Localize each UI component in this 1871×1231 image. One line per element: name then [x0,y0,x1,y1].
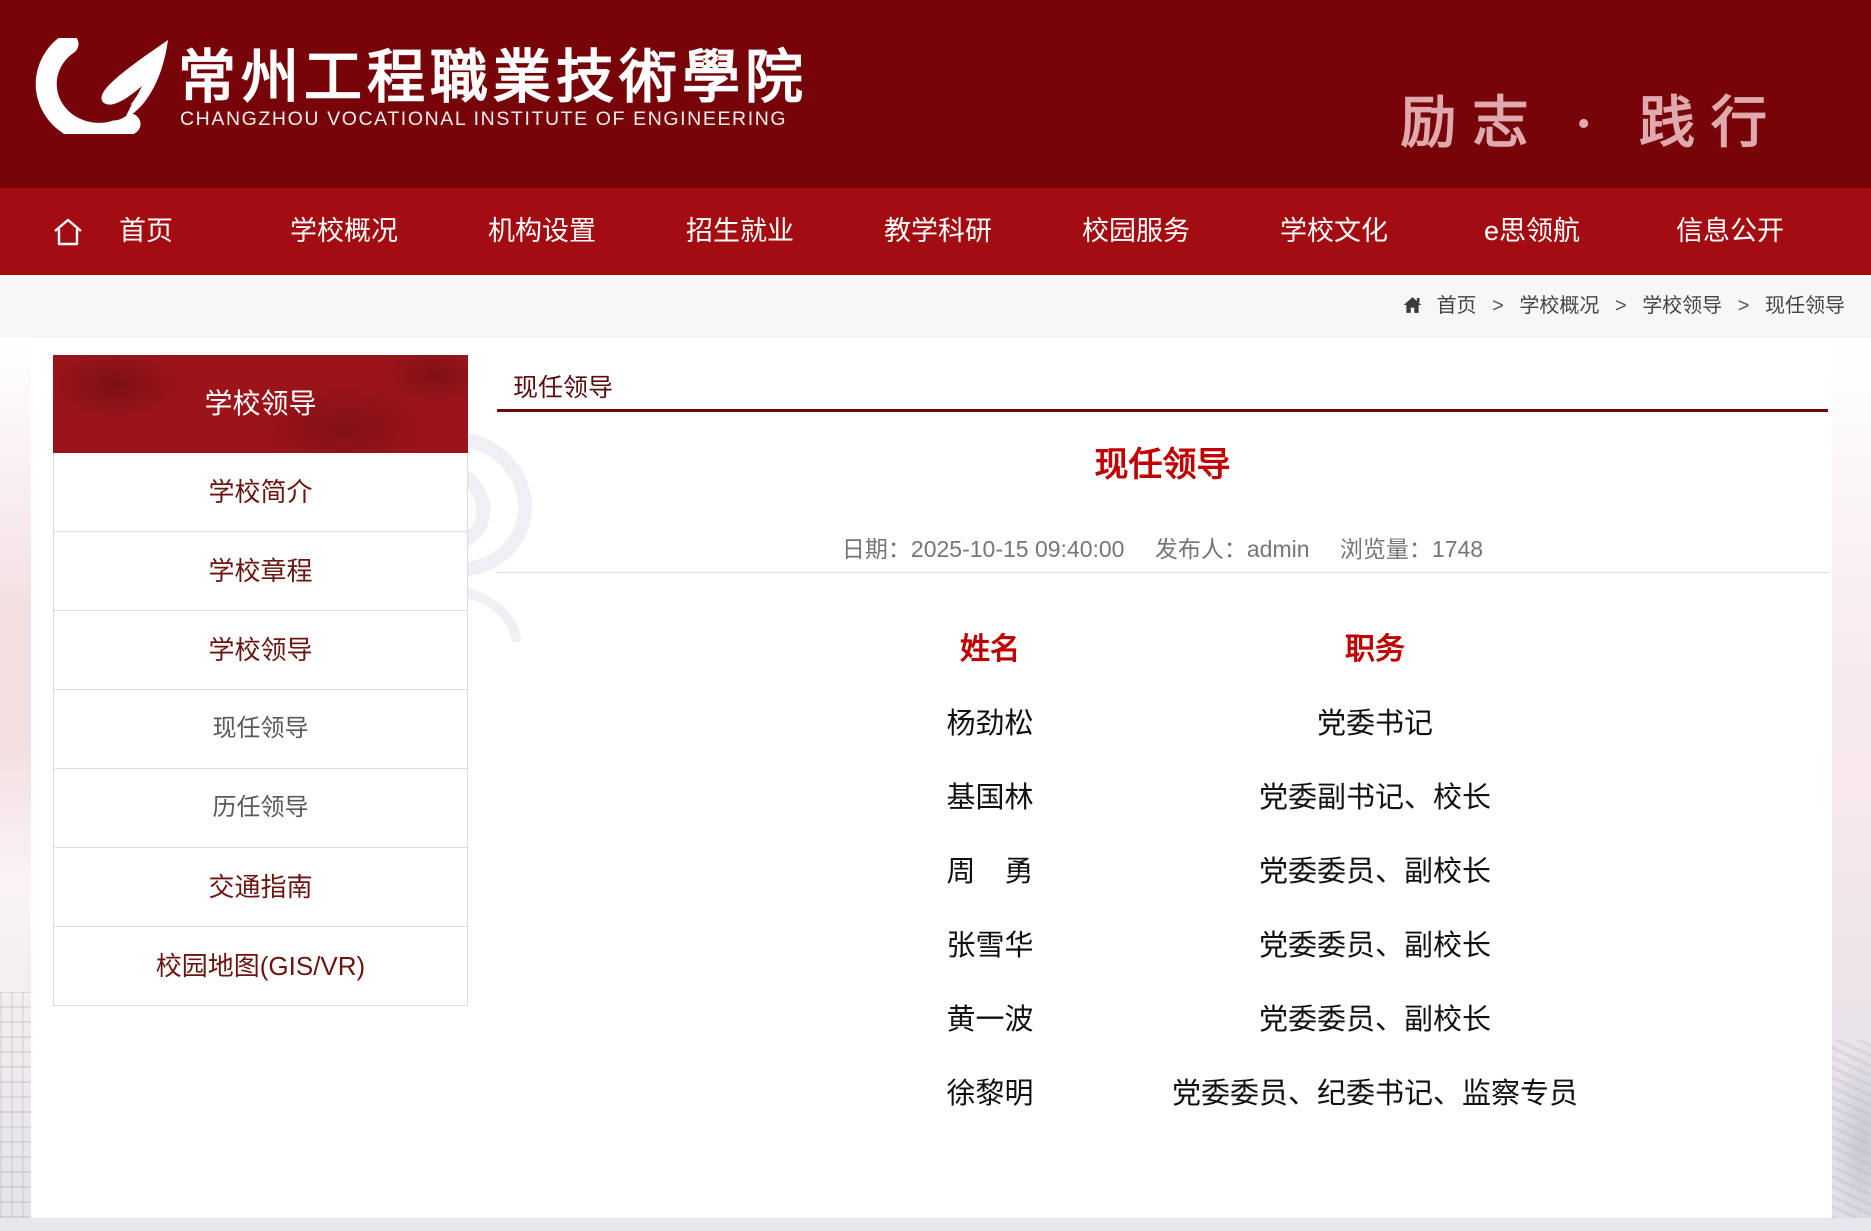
breadcrumb-link-school-overview[interactable]: 学校概况 [1519,295,1599,317]
main-nav: 首页 学校概况 机构设置 招生就业 教学科研 校园服务 学校文化 e思领航 信息… [0,188,1871,275]
breadcrumb-separator: > [1737,295,1750,317]
meta-date-label: 日期： [841,536,911,562]
sidebar-item-former-leaders[interactable]: 历任领导 [53,769,468,848]
nav-item-admissions[interactable]: 招生就业 [641,188,839,275]
leader-name: 杨劲松 [946,708,1034,740]
nav-item-home[interactable]: 首页 [47,188,245,275]
breadcrumb-separator: > [1492,295,1504,317]
leader-position: 党委副书记、校长 [1258,782,1491,814]
leader-position: 党委书记 [1316,708,1433,740]
leader-position: 党委委员、纪委书记、监察专员 [1171,1078,1578,1110]
school-name-en: CHANGZHOU VOCATIONAL INSTITUTE OF ENGINE… [180,108,788,130]
breadcrumb: 首页 > 学校概况 > 学校领导 > 现任领导 [1402,275,1845,338]
nav-item-school-overview[interactable]: 学校概况 [245,188,443,275]
site-header: 常州工程職業技術學院 CHANGZHOU VOCATIONAL INSTITUT… [0,0,1871,188]
title-divider [497,409,1828,412]
nav-item-organization[interactable]: 机构设置 [443,188,641,275]
breadcrumb-separator: > [1614,295,1627,317]
sidebar: 学校领导 学校简介 学校章程 学校领导 现任领导 历任领导 交通指南 校园地图(… [53,355,468,1006]
sidebar-item-campus-map[interactable]: 校园地图(GIS/VR) [53,927,468,1006]
nav-item-teaching-research[interactable]: 教学科研 [839,188,1037,275]
article-meta: 日期：2025-10-15 09:40:00 发布人：admin 浏览量：174… [497,530,1828,564]
breadcrumb-current-page[interactable]: 现任领导 [1765,295,1845,317]
meta-publisher: 发布人：admin [1155,536,1310,562]
table-row: 徐黎明 党委委员、纪委书记、监察专员 [840,1057,1610,1131]
meta-publisher-value: admin [1246,536,1310,562]
table-row: 杨劲松 党委书记 [840,687,1610,761]
page-title: 现任领导 [513,374,614,402]
leader-name: 黄一波 [946,1004,1034,1036]
table-row: 张雪华 党委委员、副校长 [840,909,1610,983]
meta-divider [497,572,1828,573]
breadcrumb-bar: 首页 > 学校概况 > 学校领导 > 现任领导 [0,275,1871,338]
page-bottom-strip [0,1218,1871,1231]
article-title: 现任领导 [1094,446,1231,484]
table-row: 基国林 党委副书记、校长 [840,761,1610,835]
page: 常州工程職業技術學院 CHANGZHOU VOCATIONAL INSTITUT… [0,0,1871,1231]
school-name-cn: 常州工程職業技術學院 [178,45,809,110]
leader-position: 党委委员、副校长 [1258,930,1491,962]
home-icon [1403,297,1422,313]
sidebar-item-current-leaders[interactable]: 现任领导 [53,690,468,769]
meta-views-label: 浏览量： [1339,536,1432,562]
building-sketch-watermark [0,992,31,1218]
meta-views: 浏览量：1748 [1340,536,1483,562]
leader-position: 党委委员、副校长 [1258,1004,1491,1036]
table-row: 黄一波 党委委员、副校长 [840,983,1610,1057]
school-logo-icon [35,38,168,134]
nav-item-campus-culture[interactable]: 学校文化 [1235,188,1433,275]
sidebar-item-transport-guide[interactable]: 交通指南 [53,848,468,927]
school-motto: 励志 · 践行 [1400,93,1783,155]
column-header-position: 职务 [1345,633,1405,666]
breadcrumb-link-home[interactable]: 首页 [1437,295,1477,317]
leader-name: 徐黎明 [946,1078,1034,1110]
nav-item-campus-services[interactable]: 校园服务 [1037,188,1235,275]
nav-items: 首页 学校概况 机构设置 招生就业 教学科研 校园服务 学校文化 e思领航 信息… [47,188,1829,275]
nav-item-esi-portal[interactable]: e思领航 [1433,188,1631,275]
table-header-row: 姓名 职务 [840,613,1610,687]
breadcrumb-link-school-leaders[interactable]: 学校领导 [1642,295,1722,317]
sidebar-item-school-leaders[interactable]: 学校领导 [53,611,468,690]
texture-watermark [1832,1040,1871,1218]
column-header-name: 姓名 [960,633,1020,666]
leaders-table: 姓名 职务 杨劲松 党委书记 基国林 党委副书记、校长 周 勇 党委委员、副校长… [840,613,1610,1131]
leader-name: 基国林 [946,782,1034,814]
table-row: 周 勇 党委委员、副校长 [840,835,1610,909]
leader-position: 党委委员、副校长 [1258,856,1491,888]
meta-views-value: 1748 [1431,536,1484,562]
meta-publisher-label: 发布人： [1154,536,1247,562]
sidebar-title: 学校领导 [53,355,468,453]
nav-item-info-disclosure[interactable]: 信息公开 [1631,188,1829,275]
sidebar-item-school-intro[interactable]: 学校简介 [53,453,468,532]
sidebar-item-school-charter[interactable]: 学校章程 [53,532,468,611]
leader-name: 张雪华 [946,930,1034,962]
meta-date-value: 2025-10-15 09:40:00 [910,536,1125,562]
leader-name: 周 勇 [946,856,1034,888]
meta-date: 日期：2025-10-15 09:40:00 [842,536,1125,562]
